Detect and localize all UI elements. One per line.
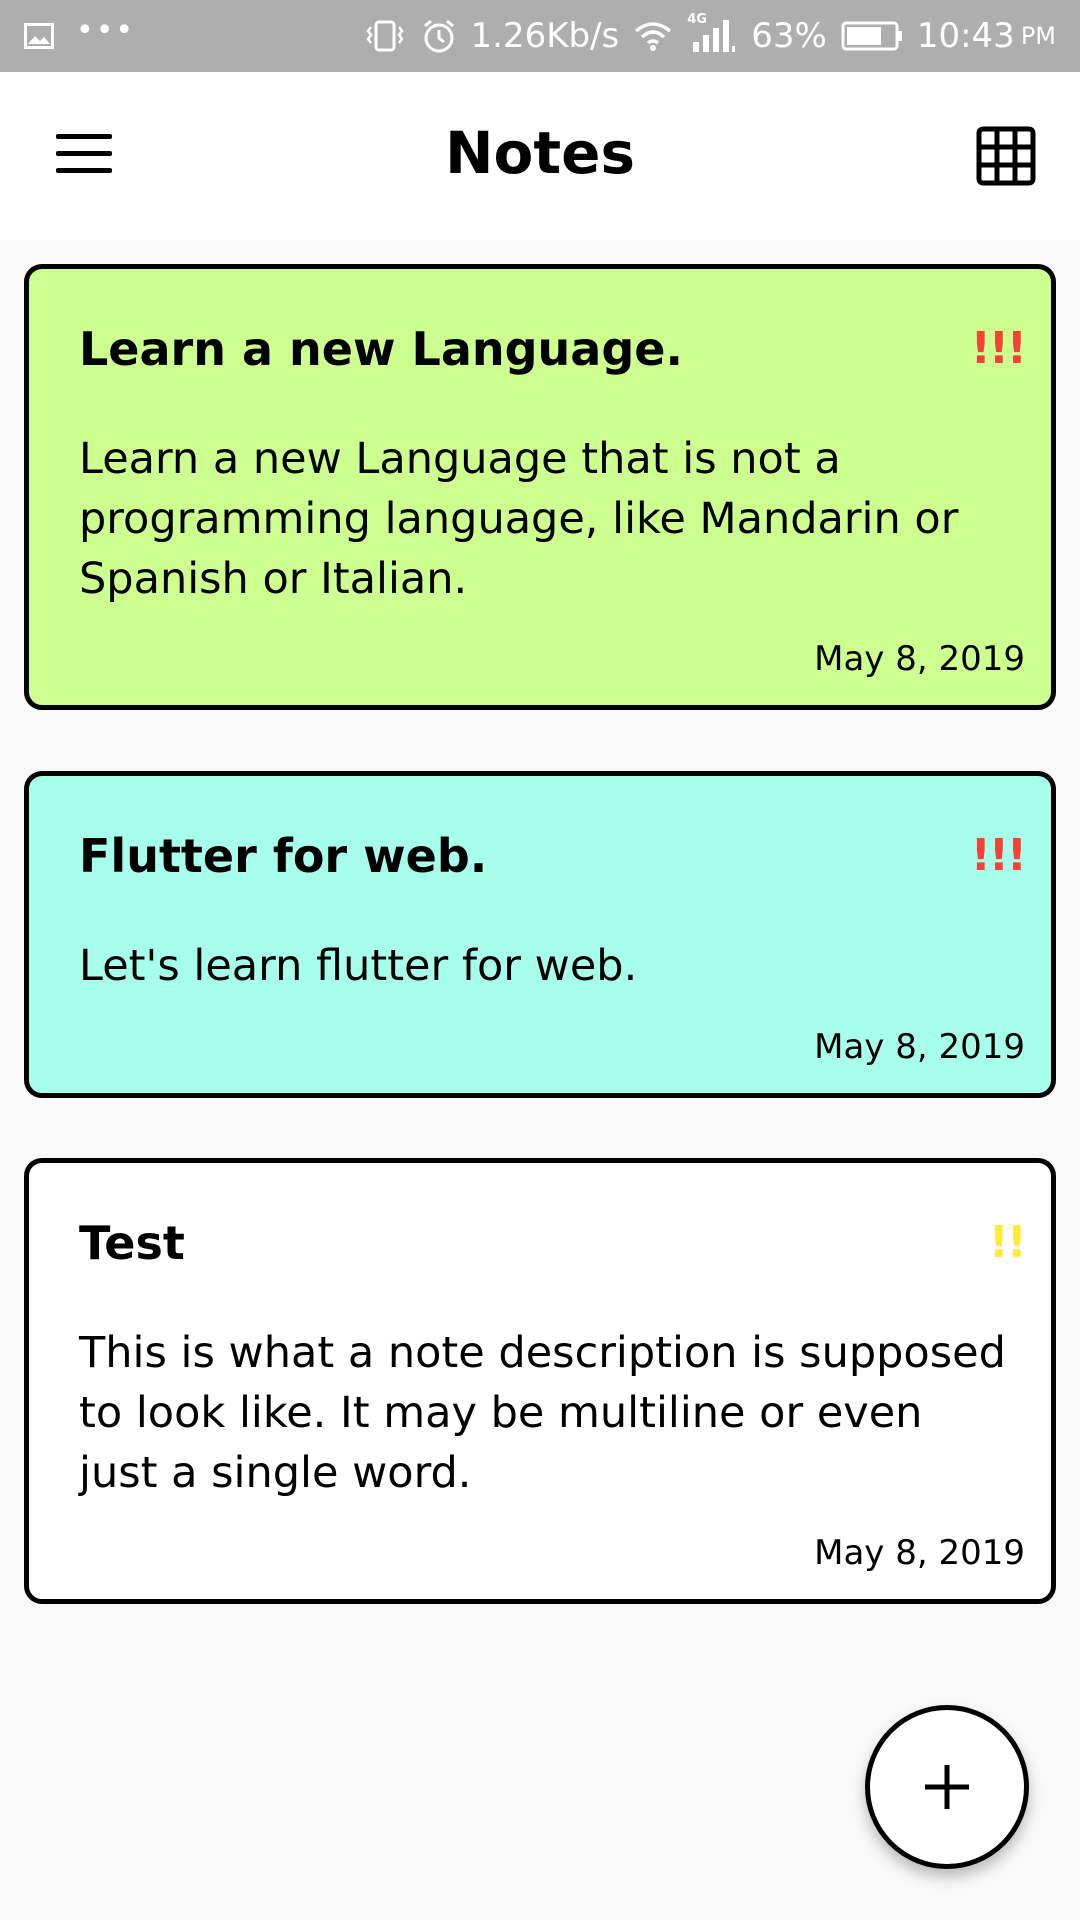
signal-icon: 4G [687, 12, 737, 54]
network-type-label: 4G [687, 12, 707, 27]
note-priority: !!! [970, 830, 1027, 881]
battery-percent: 63% [751, 16, 827, 56]
image-icon [24, 23, 54, 49]
battery-icon [841, 21, 903, 51]
note-title: Flutter for web. [79, 829, 488, 883]
note-date: May 8, 2019 [814, 1027, 1025, 1067]
note-card[interactable]: Test !! This is what a note description … [24, 1158, 1056, 1604]
note-title: Learn a new Language. [79, 322, 683, 376]
note-card[interactable]: Learn a new Language. !!! Learn a new La… [24, 264, 1056, 710]
more-dots-icon: ••• [76, 13, 136, 48]
status-bar: ••• 1.26Kb/s 4G 63% 10:43 PM [0, 0, 1080, 72]
page-title: Notes [445, 119, 635, 187]
note-date: May 8, 2019 [814, 639, 1025, 679]
clock-time: 10:43 [916, 16, 1015, 56]
vibrate-icon [363, 19, 407, 53]
note-priority: !! [988, 1217, 1027, 1268]
network-speed: 1.26Kb/s [470, 16, 620, 56]
wifi-icon [633, 20, 673, 52]
note-priority: !!! [970, 323, 1027, 374]
note-card[interactable]: Flutter for web. !!! Let's learn flutter… [24, 771, 1056, 1098]
alarm-icon [421, 18, 457, 54]
clock-ampm: PM [1020, 22, 1056, 50]
grid-view-icon[interactable] [976, 126, 1036, 186]
note-description: Learn a new Language that is not a progr… [79, 434, 959, 604]
note-date: May 8, 2019 [814, 1533, 1025, 1573]
plus-icon [925, 1765, 969, 1809]
add-note-button[interactable] [865, 1705, 1029, 1869]
note-title: Test [79, 1216, 185, 1270]
note-description: Let's learn flutter for web. [79, 941, 638, 991]
app-bar: Notes [0, 72, 1080, 240]
note-description: This is what a note description is suppo… [79, 1328, 1006, 1498]
